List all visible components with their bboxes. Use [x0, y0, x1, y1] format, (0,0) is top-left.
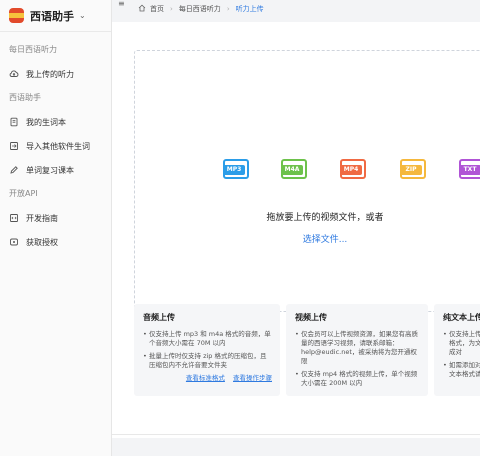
card-rule: 仅支持上传 txt 格式，为文本生成对	[443, 330, 480, 357]
sidebar-section-title: 开放API	[9, 189, 38, 198]
card-rule: 仅会员可以上传视频资源，如果您有高质量的西语学习视频，请联系邮箱：help@eu…	[295, 330, 419, 366]
breadcrumb-home[interactable]: 首页	[150, 4, 164, 14]
txt-file-icon: TXT	[459, 159, 480, 179]
menu-collapse-icon[interactable]: ≡	[118, 0, 125, 8]
spain-flag-logo-icon	[9, 8, 24, 23]
card-rule: 仅支持 mp4 格式的视频上传，单个视频大小需在 200M 以内	[295, 370, 419, 388]
sidebar-item-dev-guide[interactable]: 开发指南	[0, 206, 111, 230]
card-rule: 仅支持上传 mp3 和 m4a 格式的音频，单个音频大小需在 70M 以内	[143, 330, 271, 348]
card-title: 音频上传	[143, 313, 175, 322]
breadcrumb-separator-icon: ›	[170, 5, 173, 13]
code-icon	[9, 213, 19, 223]
sidebar-item-my-uploads[interactable]: 我上传的听力	[0, 62, 111, 86]
sidebar: 西语助手 ⌄ 每日西语听力 我上传的听力 西语助手 我的生词本 导入其他软件生词…	[0, 0, 112, 456]
breadcrumb-separator-icon: ›	[226, 5, 230, 13]
breadcrumb-parent[interactable]: 每日西语听力	[179, 4, 221, 14]
mp4-file-icon: MP4	[340, 159, 366, 179]
brand-name: 西语助手	[30, 9, 74, 23]
sidebar-item-label: 我上传的听力	[26, 69, 74, 79]
brand-header[interactable]: 西语助手 ⌄	[0, 0, 111, 32]
view-steps-link[interactable]: 查看操作步骤	[233, 374, 272, 382]
sidebar-item-get-auth[interactable]: 获取授权	[0, 230, 111, 254]
sidebar-item-label: 开发指南	[26, 213, 58, 223]
cloud-upload-icon	[9, 69, 19, 79]
main-content: MP3 M4A MP4 ZIP TXT 拖放要上传的视频文件，或者 选择文件..…	[112, 22, 480, 438]
card-rule: 批量上传时仅支持 zip 格式的压缩包，且压缩包内不允许音要文件夹	[143, 352, 271, 370]
import-icon	[9, 141, 19, 151]
breadcrumb: 首页 › 每日西语听力 › 听力上传	[138, 0, 264, 18]
card-title: 视频上传	[295, 313, 327, 322]
sidebar-item-label: 获取授权	[26, 237, 58, 247]
mp3-file-icon: MP3	[223, 159, 249, 179]
view-standard-format-link[interactable]: 查看标准格式	[186, 374, 225, 382]
sidebar-section-title: 每日西语听力	[9, 45, 57, 54]
video-upload-card: 视频上传 仅会员可以上传视频资源，如果您有高质量的西语学习视频，请联系邮箱：he…	[286, 304, 428, 396]
content-divider	[112, 434, 480, 435]
chevron-down-icon[interactable]: ⌄	[79, 11, 86, 20]
sidebar-item-label: 单词复习课本	[26, 165, 74, 175]
breadcrumb-current: 听力上传	[235, 5, 264, 13]
upload-dropzone[interactable]: MP3 M4A MP4 ZIP TXT 拖放要上传的视频文件，或者 选择文件..…	[134, 50, 480, 312]
audio-upload-card: 音频上传 仅支持上传 mp3 和 m4a 格式的音频，单个音频大小需在 70M …	[134, 304, 280, 396]
notebook-icon	[9, 117, 19, 127]
sidebar-item-label: 我的生词本	[26, 117, 66, 127]
text-upload-card: 纯文本上传 仅支持上传 txt 格式，为文本生成对 如需添加对照，文本格式请参考	[434, 304, 480, 396]
select-file-link[interactable]: 选择文件...	[165, 232, 480, 245]
sidebar-item-label: 导入其他软件生词	[26, 141, 90, 151]
sidebar-item-review-book[interactable]: 单词复习课本	[0, 158, 111, 182]
sidebar-section-title: 西语助手	[9, 93, 41, 102]
sidebar-item-my-wordbook[interactable]: 我的生词本	[0, 110, 111, 134]
dropzone-prompt: 拖放要上传的视频文件，或者	[266, 213, 384, 223]
zip-file-icon: ZIP	[400, 159, 426, 179]
key-icon	[9, 237, 19, 247]
card-rule: 如需添加对照，文本格式请参考	[443, 361, 480, 379]
sidebar-item-import-words[interactable]: 导入其他软件生词	[0, 134, 111, 158]
home-icon[interactable]	[138, 4, 146, 14]
card-title: 纯文本上传	[443, 313, 480, 322]
pen-icon	[9, 165, 19, 175]
m4a-file-icon: M4A	[281, 159, 307, 179]
